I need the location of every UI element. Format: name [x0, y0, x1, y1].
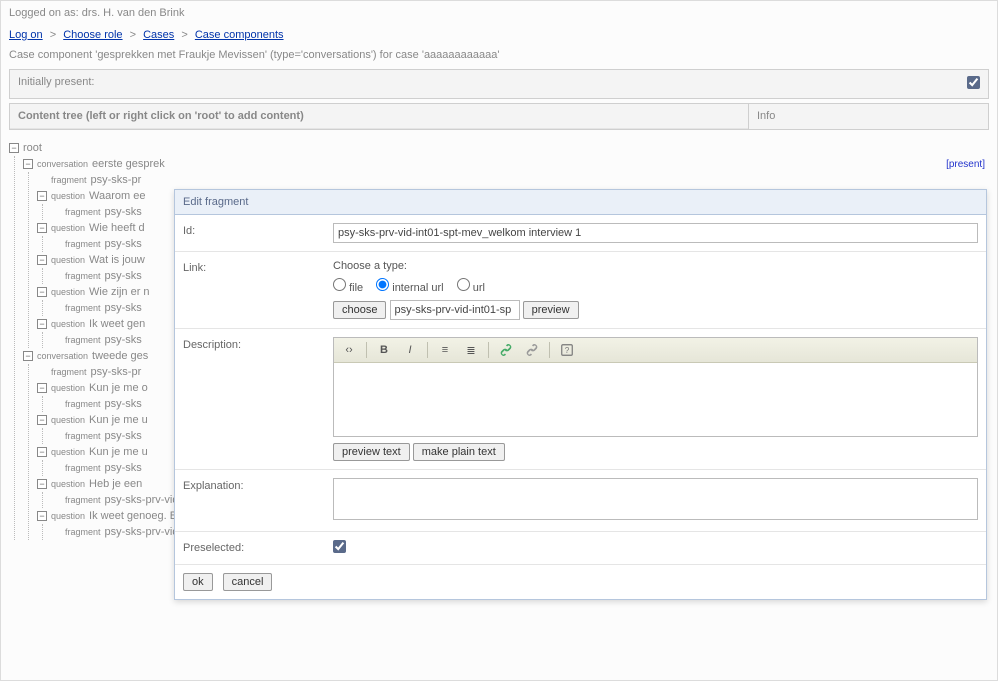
explanation-textarea[interactable] — [333, 478, 978, 520]
link-icon[interactable] — [497, 341, 515, 359]
column-headers: Content tree (left or right click on 'ro… — [9, 103, 989, 130]
content-tree-header: Content tree (left or right click on 'ro… — [10, 104, 748, 129]
description-label: Description: — [175, 329, 325, 469]
radio-internal-url[interactable]: internal url — [376, 282, 443, 294]
svg-text:?: ? — [565, 346, 570, 355]
preselected-label: Preselected: — [175, 532, 325, 564]
choose-type-label: Choose a type: — [333, 260, 978, 272]
tree-conversation[interactable]: − conversation eerste gesprek [present] — [23, 156, 989, 172]
crumb-sep: > — [46, 29, 60, 41]
italic-icon[interactable]: I — [401, 341, 419, 359]
id-field[interactable] — [333, 223, 978, 243]
crumb-case-components[interactable]: Case components — [195, 29, 284, 41]
crumb-logon[interactable]: Log on — [9, 29, 43, 41]
link-label: Link: — [175, 252, 325, 328]
radio-url[interactable]: url — [457, 282, 485, 294]
ordered-list-icon[interactable]: ≡ — [436, 341, 454, 359]
collapse-icon[interactable]: − — [37, 319, 47, 329]
info-header: Info — [748, 104, 988, 129]
crumb-cases[interactable]: Cases — [143, 29, 174, 41]
description-textarea[interactable] — [334, 363, 977, 433]
preview-text-button[interactable]: preview text — [333, 443, 410, 461]
collapse-icon[interactable]: − — [37, 287, 47, 297]
unordered-list-icon[interactable]: ≣ — [462, 341, 480, 359]
collapse-icon[interactable]: − — [37, 223, 47, 233]
link-value-field[interactable] — [390, 300, 520, 320]
make-plain-text-button[interactable]: make plain text — [413, 443, 505, 461]
collapse-icon[interactable]: − — [23, 159, 33, 169]
crumb-choose-role[interactable]: Choose role — [63, 29, 122, 41]
cancel-button[interactable]: cancel — [223, 573, 273, 591]
initially-present-label: Initially present: — [10, 70, 959, 98]
tree-root[interactable]: − root — [9, 140, 989, 156]
ok-button[interactable]: ok — [183, 573, 213, 591]
radio-file[interactable]: file — [333, 282, 363, 294]
explanation-label: Explanation: — [175, 470, 325, 531]
initially-present-bar: Initially present: — [9, 69, 989, 99]
tree-fragment[interactable]: fragmentpsy-sks-pr — [37, 172, 989, 188]
breadcrumb: Log on > Choose role > Cases > Case comp… — [1, 25, 997, 45]
unlink-icon[interactable] — [523, 341, 541, 359]
initially-present-checkbox[interactable] — [967, 76, 980, 89]
bold-icon[interactable]: B — [375, 341, 393, 359]
preselected-checkbox[interactable] — [333, 540, 346, 553]
id-label: Id: — [175, 215, 325, 251]
source-icon[interactable]: ‹› — [340, 341, 358, 359]
help-icon[interactable]: ? — [558, 341, 576, 359]
status-badge: [present] — [946, 159, 985, 170]
collapse-icon[interactable]: − — [37, 255, 47, 265]
choose-button[interactable]: choose — [333, 301, 386, 319]
edit-fragment-dialog: Edit fragment Id: Link: Choose a type: f… — [174, 189, 987, 600]
editor-toolbar: ‹› B I ≡ ≣ — [334, 338, 977, 363]
page-subtitle: Case component 'gesprekken met Fraukje M… — [1, 45, 997, 65]
logged-on-header: Logged on as: drs. H. van den Brink — [1, 1, 997, 25]
preview-button[interactable]: preview — [523, 301, 579, 319]
collapse-icon[interactable]: − — [37, 191, 47, 201]
collapse-icon[interactable]: − — [23, 351, 33, 361]
collapse-icon[interactable]: − — [9, 143, 19, 153]
description-editor: ‹› B I ≡ ≣ — [333, 337, 978, 437]
dialog-title: Edit fragment — [175, 190, 986, 215]
